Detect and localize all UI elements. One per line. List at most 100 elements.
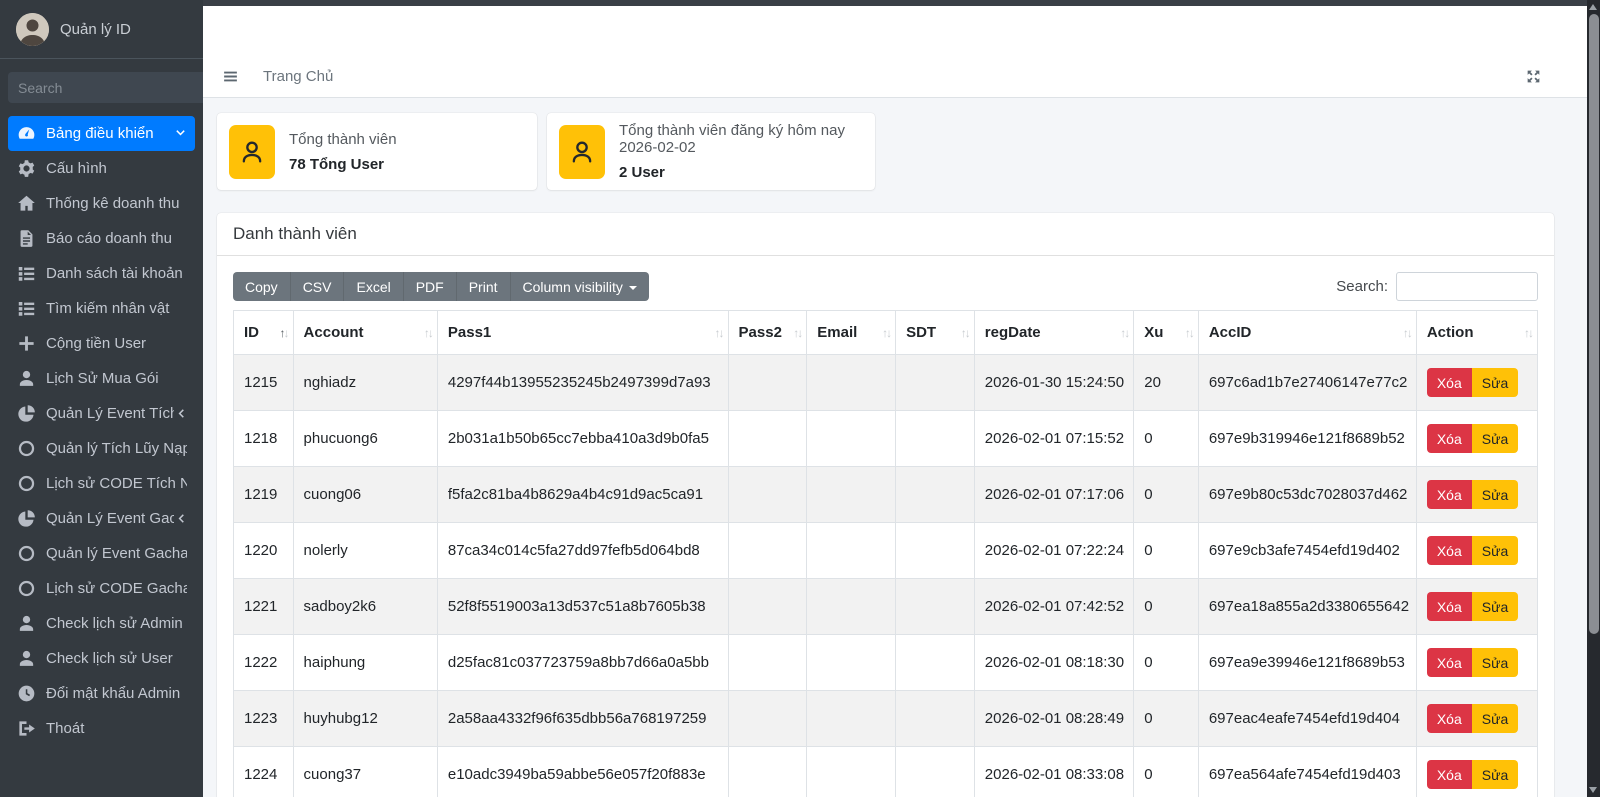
breadcrumb[interactable]: Trang Chủ bbox=[263, 68, 333, 85]
delete-button[interactable]: Xóa bbox=[1427, 368, 1472, 397]
sidebar-item[interactable]: Cấu hình bbox=[8, 151, 195, 186]
cell-actions: XóaSửa bbox=[1416, 579, 1537, 635]
sidebar-search-input[interactable] bbox=[8, 72, 203, 103]
delete-button[interactable]: Xóa bbox=[1427, 424, 1472, 453]
content: Tổng thành viên 78 Tổng User Tổng thành … bbox=[203, 98, 1600, 797]
sidebar-item[interactable]: Quản Lý Event Tích Nạp bbox=[8, 396, 195, 431]
vertical-scrollbar[interactable] bbox=[1587, 0, 1600, 797]
column-header-pass2[interactable]: Pass2↑↓ bbox=[728, 311, 807, 355]
sidebar-item[interactable]: Quản Lý Event Gacha bbox=[8, 501, 195, 536]
sidebar-item[interactable]: Bảng điều khiển bbox=[8, 116, 195, 151]
cell-accid: 697e9b319946e121f8689b52 bbox=[1198, 411, 1416, 467]
column-header-email[interactable]: Email↑↓ bbox=[807, 311, 896, 355]
column-header-account[interactable]: Account↑↓ bbox=[293, 311, 437, 355]
sidebar-item[interactable]: Cộng tiền User bbox=[8, 326, 195, 361]
cell-accid: 697ea564afe7454efd19d403 bbox=[1198, 747, 1416, 797]
stat-cards-row: Tổng thành viên 78 Tổng User Tổng thành … bbox=[217, 113, 1554, 190]
delete-button[interactable]: Xóa bbox=[1427, 704, 1472, 733]
delete-button[interactable]: Xóa bbox=[1427, 648, 1472, 677]
sidebar-item[interactable]: Check lịch sử User bbox=[8, 641, 195, 676]
column-header-sdt[interactable]: SDT↑↓ bbox=[896, 311, 975, 355]
sidebar-item[interactable]: Check lịch sử Admin bbox=[8, 606, 195, 641]
user-icon bbox=[17, 649, 36, 668]
cell-email bbox=[807, 467, 896, 523]
sidebar-item[interactable]: Lịch sử CODE Gacha bbox=[8, 571, 195, 606]
excel-button[interactable]: Excel bbox=[343, 272, 402, 301]
cell-regdate: 2026-02-01 07:22:24 bbox=[974, 523, 1133, 579]
delete-button[interactable]: Xóa bbox=[1427, 760, 1472, 789]
sidebar-item[interactable]: Thống kê doanh thu bbox=[8, 186, 195, 221]
gauge-icon bbox=[17, 124, 36, 143]
sidebar: Quản lý ID Bảng điều khiểnCấu hìnhThống … bbox=[0, 0, 203, 797]
sidebar-item[interactable]: Thoát bbox=[8, 711, 195, 746]
pie-icon bbox=[17, 404, 36, 423]
sidebar-item[interactable]: Danh sách tài khoản bbox=[8, 256, 195, 291]
stat-card-total-members: Tổng thành viên 78 Tổng User bbox=[217, 113, 537, 190]
sidebar-item-label: Quản lý Tích Lũy Nạp bbox=[46, 440, 187, 457]
cell-xu: 0 bbox=[1134, 467, 1199, 523]
cell-pass2 bbox=[728, 691, 807, 747]
scroll-down-arrow[interactable] bbox=[1589, 787, 1597, 793]
csv-button[interactable]: CSV bbox=[290, 272, 344, 301]
sidebar-item[interactable]: Đổi mật khẩu Admin bbox=[8, 676, 195, 711]
cell-pass1: d25fac81c037723759a8bb7d66a0a5bb bbox=[437, 635, 728, 691]
delete-button[interactable]: Xóa bbox=[1427, 480, 1472, 509]
export-button-group: Copy CSV Excel PDF Print Column visibili… bbox=[233, 272, 649, 301]
edit-button[interactable]: Sửa bbox=[1472, 424, 1519, 453]
table-search-label: Search: bbox=[1336, 278, 1388, 295]
chevron-down-icon bbox=[174, 127, 187, 140]
cell-accid: 697eac4eafe7454efd19d404 bbox=[1198, 691, 1416, 747]
sidebar-item-label: Quản Lý Event Gacha bbox=[46, 510, 174, 527]
edit-button[interactable]: Sửa bbox=[1472, 536, 1519, 565]
print-button[interactable]: Print bbox=[456, 272, 510, 301]
table-search-input[interactable] bbox=[1396, 272, 1538, 301]
cell-xu: 0 bbox=[1134, 411, 1199, 467]
sidebar-nav: Bảng điều khiểnCấu hìnhThống kê doanh th… bbox=[0, 110, 203, 752]
sidebar-item-label: Danh sách tài khoản bbox=[46, 265, 187, 282]
sidebar-item[interactable]: Tìm kiếm nhân vật bbox=[8, 291, 195, 326]
cell-id: 1215 bbox=[234, 355, 294, 411]
user-outline-icon bbox=[559, 125, 605, 179]
column-header-pass1[interactable]: Pass1↑↓ bbox=[437, 311, 728, 355]
sidebar-item[interactable]: Quản lý Tích Lũy Nạp bbox=[8, 431, 195, 466]
cell-actions: XóaSửa bbox=[1416, 467, 1537, 523]
column-header-action[interactable]: Action↑↓ bbox=[1416, 311, 1537, 355]
column-header-accid[interactable]: AccID↑↓ bbox=[1198, 311, 1416, 355]
cell-actions: XóaSửa bbox=[1416, 523, 1537, 579]
cell-id: 1222 bbox=[234, 635, 294, 691]
user-icon bbox=[17, 614, 36, 633]
menu-toggle-button[interactable] bbox=[222, 68, 239, 85]
sidebar-item[interactable]: Lịch sử CODE Tích Nạp bbox=[8, 466, 195, 501]
sidebar-item[interactable]: Báo cáo doanh thu bbox=[8, 221, 195, 256]
navbar-left: Trang Chủ bbox=[222, 68, 333, 85]
edit-button[interactable]: Sửa bbox=[1472, 480, 1519, 509]
column-header-xu[interactable]: Xu↑↓ bbox=[1134, 311, 1199, 355]
delete-button[interactable]: Xóa bbox=[1427, 536, 1472, 565]
scroll-up-arrow[interactable] bbox=[1589, 4, 1597, 10]
edit-button[interactable]: Sửa bbox=[1472, 704, 1519, 733]
pdf-button[interactable]: PDF bbox=[403, 272, 456, 301]
edit-button[interactable]: Sửa bbox=[1472, 760, 1519, 789]
sidebar-item-label: Check lịch sử User bbox=[46, 650, 187, 667]
fullscreen-button[interactable] bbox=[1525, 68, 1542, 85]
column-visibility-dropdown[interactable]: Column visibility bbox=[510, 272, 649, 301]
edit-button[interactable]: Sửa bbox=[1472, 648, 1519, 677]
copy-button[interactable]: Copy bbox=[233, 272, 290, 301]
edit-button[interactable]: Sửa bbox=[1472, 368, 1519, 397]
column-header-regdate[interactable]: regDate↑↓ bbox=[974, 311, 1133, 355]
delete-button[interactable]: Xóa bbox=[1427, 592, 1472, 621]
edit-button[interactable]: Sửa bbox=[1472, 592, 1519, 621]
sidebar-item[interactable]: Lịch Sử Mua Gói bbox=[8, 361, 195, 396]
cell-sdt bbox=[896, 523, 975, 579]
cell-sdt bbox=[896, 635, 975, 691]
cell-account: phucuong6 bbox=[293, 411, 437, 467]
list-icon bbox=[17, 264, 36, 283]
cell-id: 1223 bbox=[234, 691, 294, 747]
column-header-id[interactable]: ID↑↓ bbox=[234, 311, 294, 355]
stat-card-registered-today: Tổng thành viên đăng ký hôm nay 2026-02-… bbox=[547, 113, 875, 190]
sidebar-item[interactable]: Quản lý Event Gacha bbox=[8, 536, 195, 571]
cell-xu: 20 bbox=[1134, 355, 1199, 411]
cell-actions: XóaSửa bbox=[1416, 691, 1537, 747]
gear-icon bbox=[17, 159, 36, 178]
scrollbar-thumb[interactable] bbox=[1589, 14, 1599, 634]
